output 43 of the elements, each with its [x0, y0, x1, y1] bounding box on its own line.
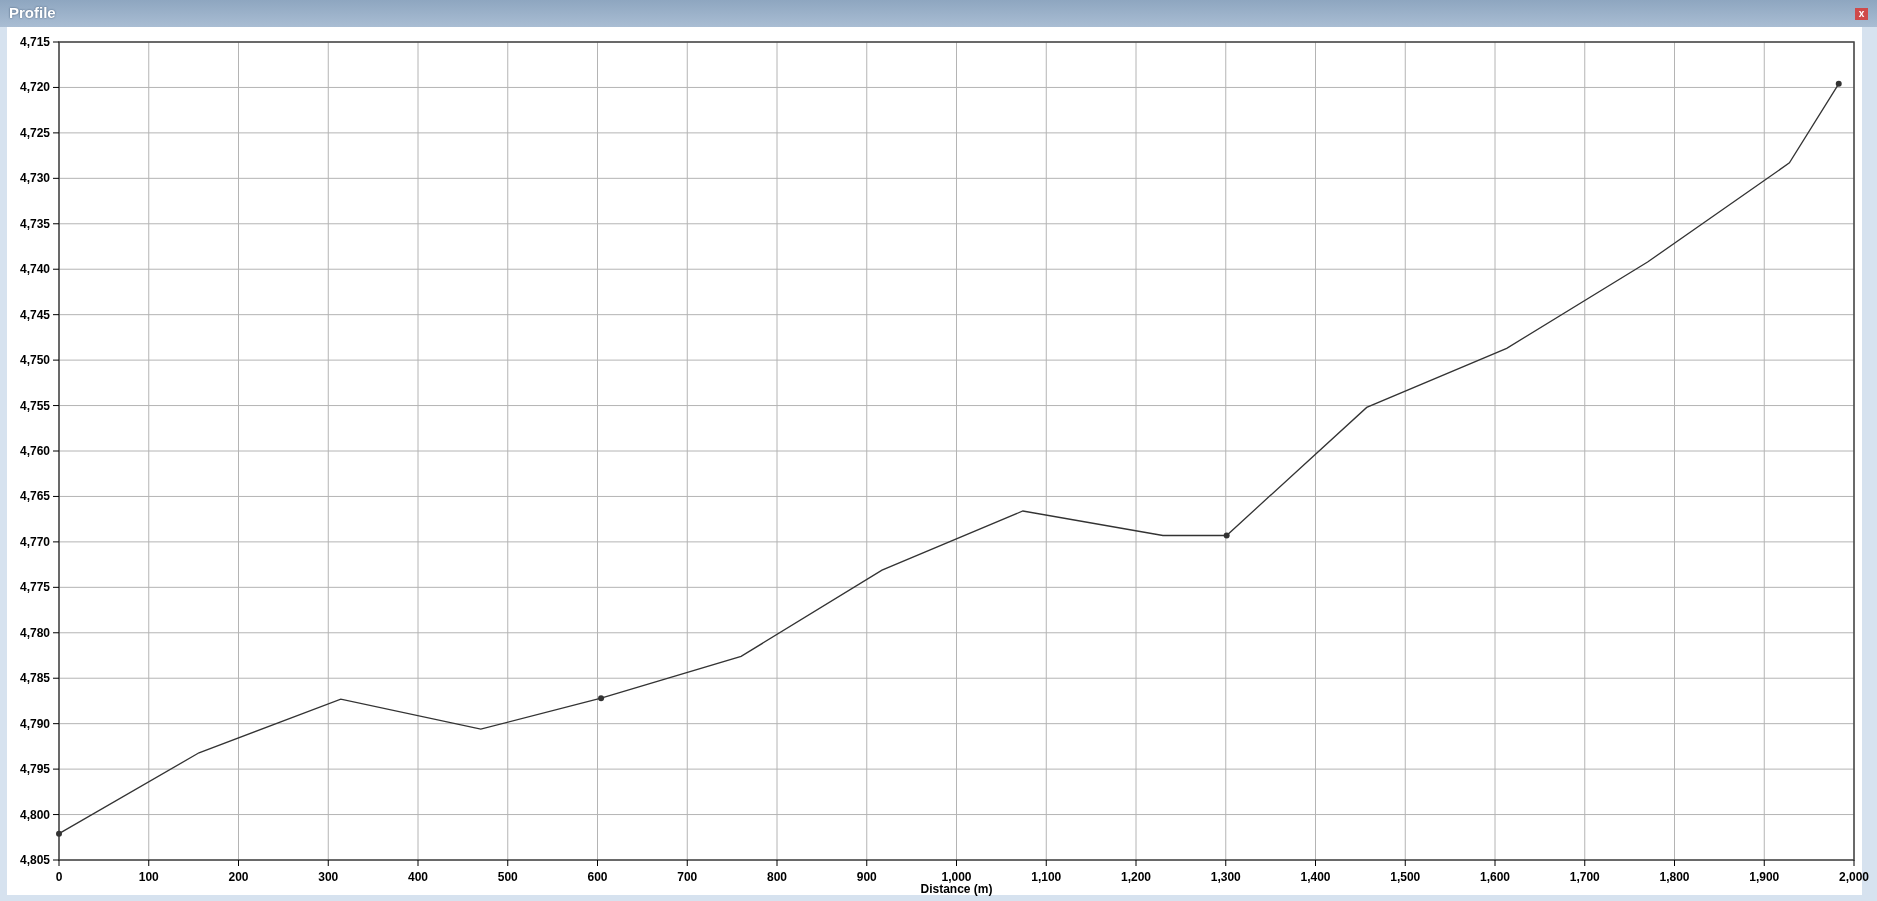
y-tick-label: 4,800	[19, 807, 50, 822]
y-tick-label: 4,775	[19, 580, 50, 595]
x-tick-label: 700	[677, 870, 698, 884]
x-tick-label: 1,300	[1210, 870, 1241, 884]
x-tick-label: 600	[587, 870, 608, 884]
x-tick-label: 1,100	[1031, 870, 1062, 884]
x-tick-label: 2,000	[1839, 870, 1869, 884]
y-tick-label: 4,750	[19, 353, 50, 368]
y-tick-label: 4,795	[19, 762, 50, 777]
y-tick-label: 4,725	[19, 125, 50, 140]
y-tick-label: 4,760	[19, 444, 50, 458]
y-tick-label: 4,755	[19, 398, 50, 413]
x-tick-label: 1,600	[1480, 870, 1510, 884]
x-tick-label: 200	[228, 870, 249, 884]
y-tick-label: 4,770	[19, 534, 50, 549]
x-tick-label: 400	[408, 870, 428, 884]
y-tick-label: 4,715	[19, 35, 50, 49]
x-tick-label: 900	[856, 870, 877, 884]
x-tick-label: 800	[767, 870, 787, 884]
y-tick-label: 4,740	[19, 262, 50, 277]
x-tick-label: 500	[497, 870, 518, 884]
x-tick-label: 1,900	[1749, 870, 1780, 884]
y-tick-label: 4,745	[19, 307, 50, 322]
x-tick-label: 1,500	[1390, 870, 1421, 884]
y-tick-label: 4,780	[19, 625, 50, 640]
x-tick-label: 1,800	[1659, 870, 1690, 884]
y-tick-label: 4,730	[19, 171, 50, 186]
y-tick-label: 4,805	[19, 853, 50, 867]
x-tick-label: 1,700	[1569, 870, 1600, 884]
y-tick-label: 4,735	[19, 216, 50, 231]
x-tick-label: 0	[55, 870, 63, 884]
y-tick-label: 4,790	[19, 716, 50, 731]
x-tick-label: 1,200	[1121, 870, 1151, 884]
y-tick-label: 4,765	[19, 489, 50, 504]
y-tick-label: 4,720	[19, 80, 50, 95]
close-button[interactable]: x	[1855, 7, 1868, 20]
x-tick-label: 100	[138, 870, 159, 884]
x-tick-label: 1,400	[1300, 870, 1331, 884]
x-tick-label: 300	[318, 870, 339, 884]
x-axis-title: Distance (m)	[920, 882, 993, 896]
window-title: Profile	[9, 3, 56, 24]
y-tick-label: 4,785	[19, 671, 50, 686]
x-tick-label: 1,000	[941, 870, 972, 884]
